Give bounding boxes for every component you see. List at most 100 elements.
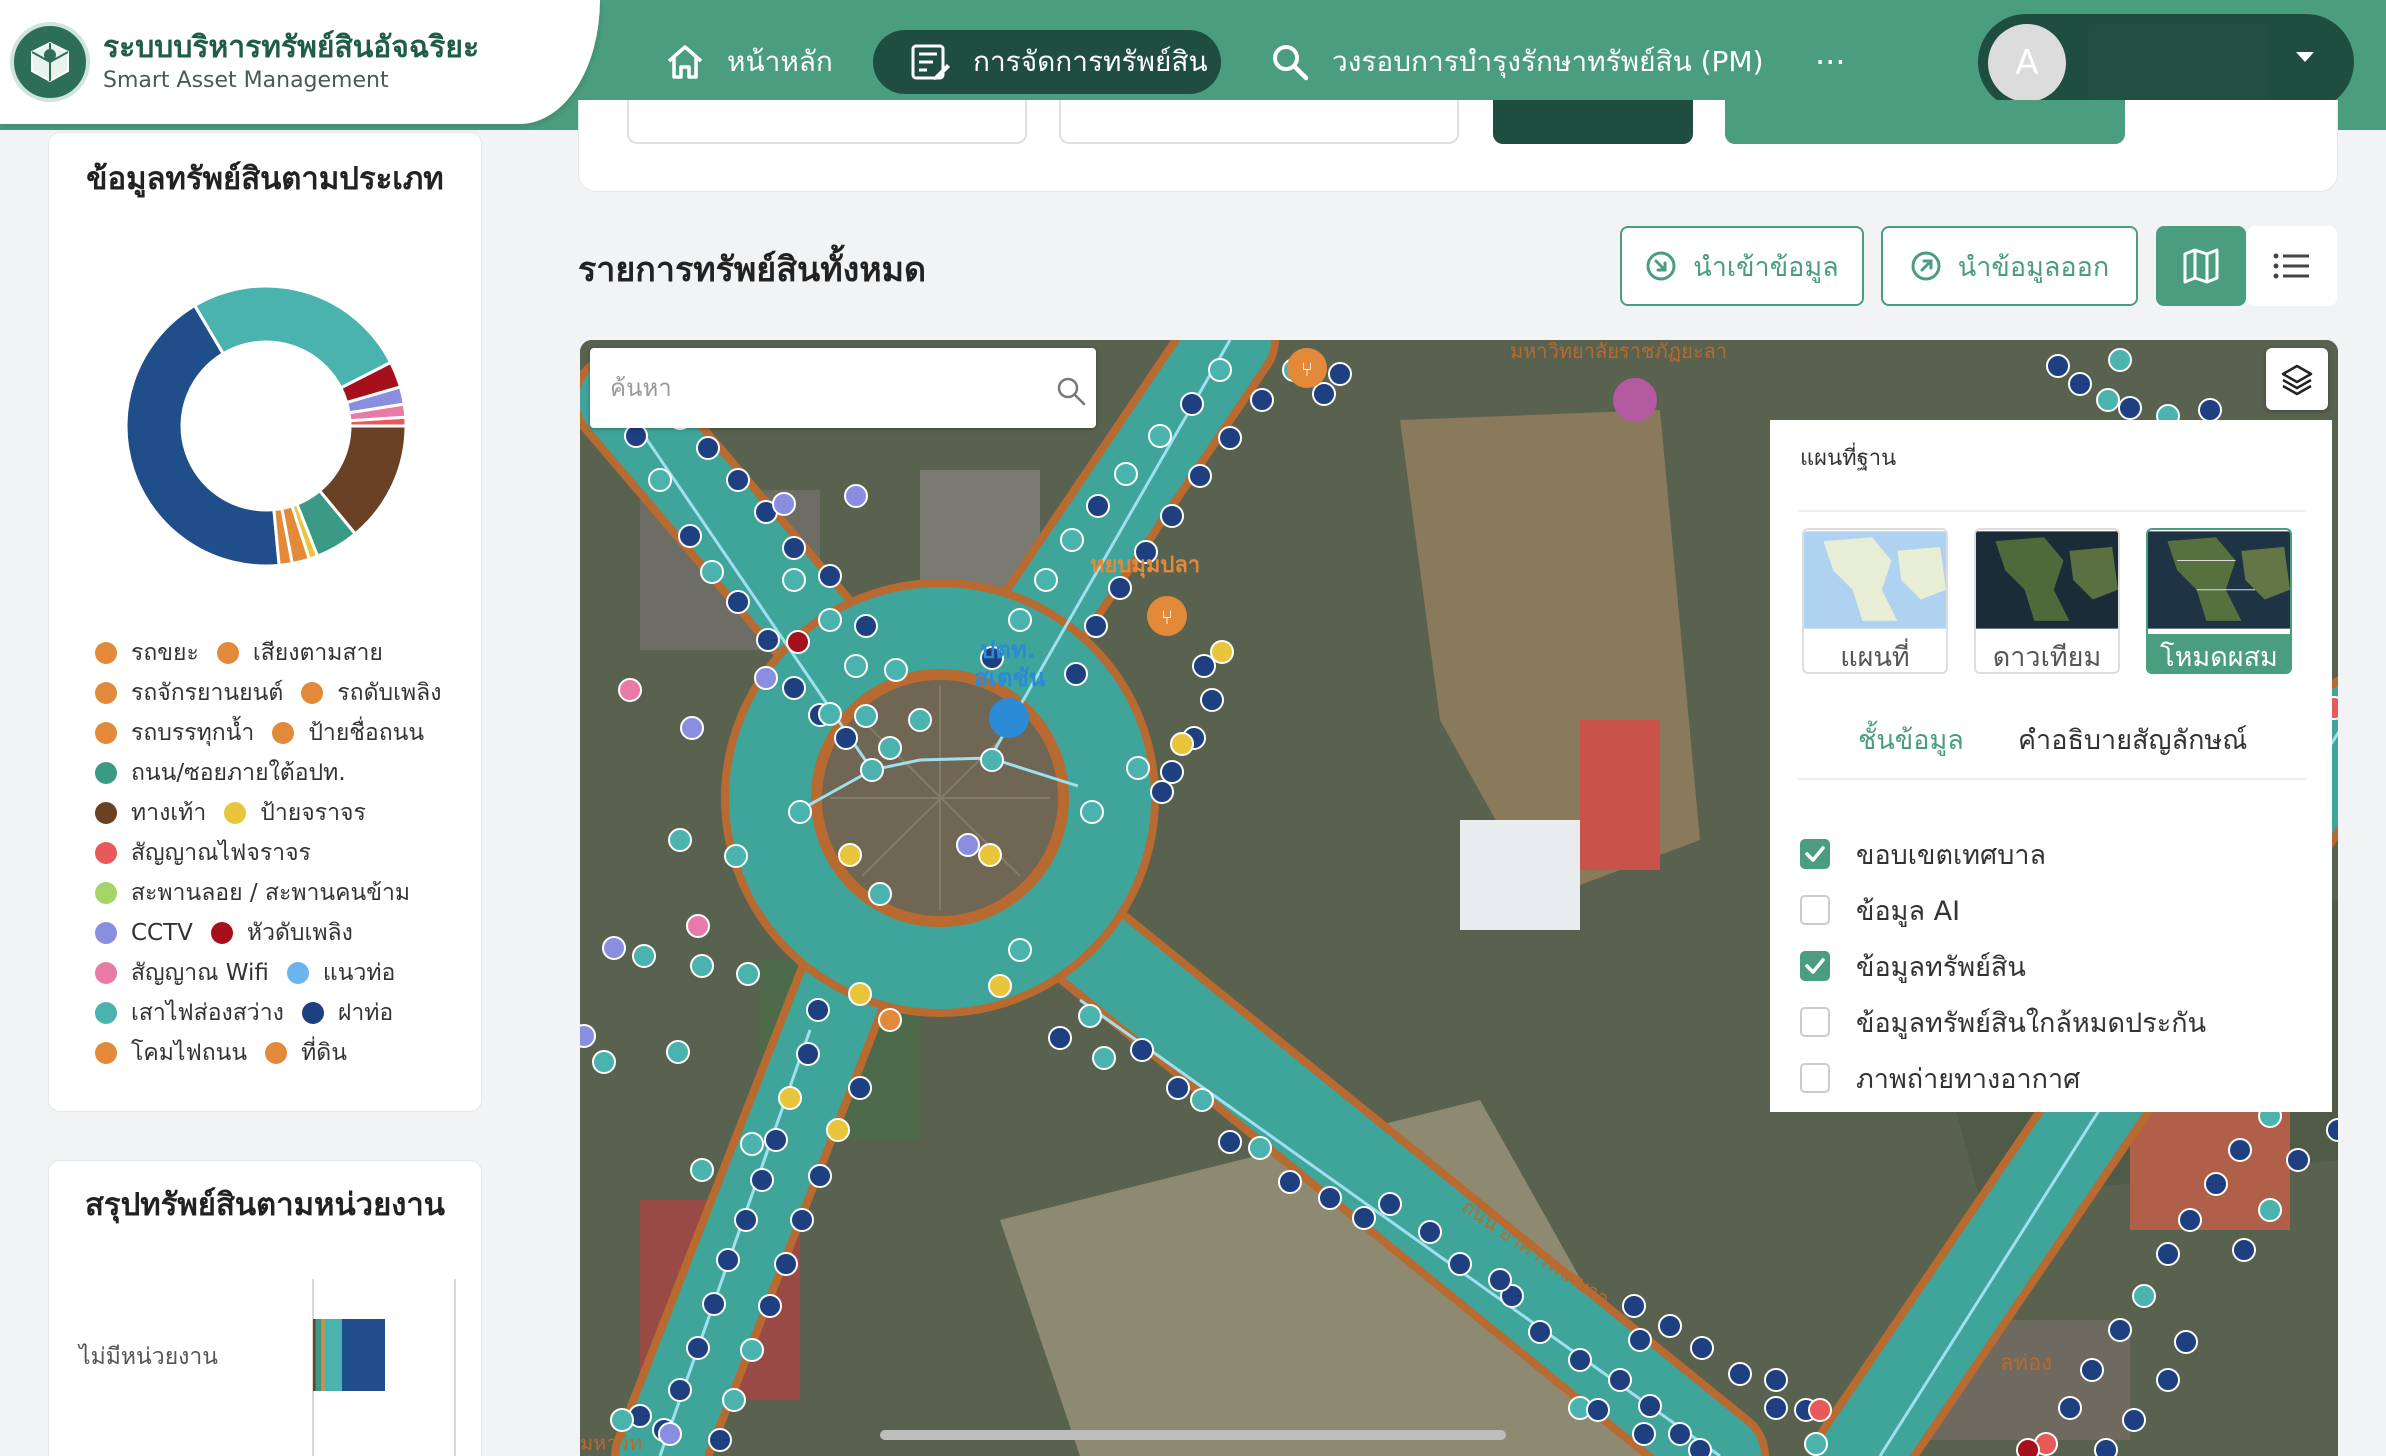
- nav-home[interactable]: หน้าหลัก: [665, 30, 833, 94]
- legend-item[interactable]: โคมไฟถนน: [95, 1035, 247, 1071]
- legend-item[interactable]: รถขยะ: [95, 635, 199, 671]
- legend-label: ฝาท่อ: [337, 1000, 394, 1026]
- dept-bar-segment[interactable]: [324, 1319, 342, 1391]
- horizontal-scrollbar[interactable]: [880, 1430, 1506, 1440]
- legend-item[interactable]: เสาไฟส่องสว่าง: [95, 995, 284, 1031]
- asset-dept-bar-chart: [312, 1279, 456, 1456]
- basemap-option-map[interactable]: แผนที่: [1802, 528, 1948, 674]
- filter-field-1[interactable]: [627, 100, 1027, 144]
- legend-label: รถบรรทุกน้ำ: [131, 720, 255, 746]
- tab-legend[interactable]: คำอธิบายสัญลักษณ์: [2018, 718, 2247, 761]
- legend-label: รถขยะ: [131, 640, 199, 666]
- legend-item[interactable]: ฝาท่อ: [301, 995, 394, 1031]
- legend-item[interactable]: ทางเท้า: [95, 795, 206, 831]
- dept-bar-segment[interactable]: [313, 1319, 316, 1391]
- basemap-option-hybrid[interactable]: โหมดผสม: [2146, 528, 2292, 674]
- legend-item[interactable]: สัญญาณ Wifi: [95, 955, 269, 991]
- map-search-input[interactable]: [610, 366, 1010, 410]
- legend-label: หัวดับเพลิง: [246, 920, 353, 946]
- legend-label: เสาไฟส่องสว่าง: [131, 1000, 284, 1026]
- nav-more-button[interactable]: ···: [1815, 30, 1846, 94]
- checkbox-unchecked[interactable]: [1800, 895, 1830, 925]
- dept-bar-segment[interactable]: [315, 1319, 322, 1391]
- nav-home-label: หน้าหลัก: [727, 45, 833, 78]
- basemap-thumb-map: [1804, 531, 1946, 629]
- legend-item[interactable]: รถบรรทุกน้ำ: [95, 715, 254, 751]
- legend-item[interactable]: รถจักรยานยนต์: [95, 675, 283, 711]
- legend-row: รถขยะ เสียงตามสาย: [95, 633, 485, 673]
- list-view-button[interactable]: [2247, 226, 2337, 306]
- legend-row: CCTV หัวดับเพลิง: [95, 913, 485, 953]
- checkbox-unchecked[interactable]: [1800, 1063, 1830, 1093]
- home-icon: [667, 45, 703, 79]
- search-icon[interactable]: [1056, 376, 1086, 406]
- legend-item[interactable]: ถนน/ซอยภายใต้อปท.: [95, 755, 346, 791]
- legend-item[interactable]: ป้ายจราจร: [224, 795, 366, 831]
- asset-map[interactable]: ⑂ ⑂ มหาวิทยาลัยราชภัฏยะลา หยบมุมปลา ปตท.…: [580, 340, 2338, 1456]
- asset-dept-title: สรุปทรัพย์สินตามหน่วยงาน: [85, 1187, 445, 1223]
- map-label-university: มหาวิทยาลัยราชภัฏยะลา: [1510, 340, 1727, 363]
- nav-assets-label: การจัดการทรัพย์สิน: [973, 45, 1208, 78]
- basemap-label-satellite: ดาวเทียม: [1992, 641, 2102, 673]
- map-label-road-b: ลท่อง: [2000, 1351, 2052, 1376]
- map-search[interactable]: [590, 348, 1096, 428]
- import-button[interactable]: นำเข้าข้อมูล: [1620, 226, 1864, 306]
- map-label-place1: หยบมุมปลา: [1090, 553, 1200, 579]
- legend-dot: [95, 882, 117, 904]
- legend-dot: [95, 722, 117, 744]
- dept-category-label: ไม่มีหน่วยงาน: [79, 1344, 219, 1370]
- legend-item[interactable]: สัญญาณไฟจราจร: [95, 835, 311, 871]
- nav-pm-label: วงรอบการบำรุงรักษาทรัพย์สิน (PM): [1332, 45, 1764, 78]
- layer-toggle[interactable]: ขอบเขตเทศบาล: [1800, 834, 2046, 874]
- checkbox-checked[interactable]: [1800, 951, 1830, 981]
- checkbox-unchecked[interactable]: [1800, 1007, 1830, 1037]
- export-button[interactable]: นำข้อมูลออก: [1881, 226, 2138, 306]
- reset-button[interactable]: [1725, 100, 2125, 144]
- search-button[interactable]: [1493, 100, 1693, 144]
- layer-toggle[interactable]: ข้อมูลทรัพย์สินใกล้หมดประกัน: [1800, 1002, 2206, 1042]
- legend-item[interactable]: หัวดับเพลิง: [210, 915, 353, 951]
- legend-dot: [224, 802, 247, 824]
- layer-toggle[interactable]: ภาพถ่ายทางอากาศ: [1800, 1058, 2080, 1098]
- layers-toggle-button[interactable]: [2266, 348, 2328, 410]
- map-view-button[interactable]: [2156, 226, 2246, 306]
- divider: [1798, 510, 2306, 512]
- legend-label: ถนน/ซอยภายใต้อปท.: [131, 760, 346, 786]
- layer-toggle[interactable]: ข้อมูลทรัพย์สิน: [1800, 946, 2026, 986]
- dept-bar-segment[interactable]: [341, 1319, 385, 1391]
- legend-item[interactable]: ป้ายชื่อถนน: [272, 715, 424, 751]
- user-name-redacted: [2088, 24, 2268, 100]
- brand-block[interactable]: ระบบบริหารทรัพย์สินอัจฉริยะ Smart Asset …: [0, 0, 600, 124]
- legend-item[interactable]: เสียงตามสาย: [216, 635, 383, 671]
- checkbox-checked[interactable]: [1800, 839, 1830, 869]
- legend-row: เสาไฟส่องสว่าง ฝาท่อ: [95, 993, 485, 1033]
- legend-item[interactable]: รถดับเพลิง: [301, 675, 441, 711]
- layer-label: ขอบเขตเทศบาล: [1856, 839, 2047, 871]
- legend-dot: [272, 722, 295, 744]
- legend-label: ป้ายจราจร: [260, 800, 366, 826]
- user-menu[interactable]: A: [1978, 14, 2354, 110]
- legend-dot: [301, 682, 324, 704]
- filter-field-2[interactable]: [1059, 100, 1459, 144]
- legend-row: โคมไฟถนน ที่ดิน: [95, 1033, 485, 1073]
- asset-type-title: ข้อมูลทรัพย์สินตามประเภท: [86, 161, 444, 197]
- donut-slice[interactable]: [124, 303, 281, 568]
- legend-item[interactable]: CCTV: [95, 920, 193, 946]
- legend-row: ทางเท้า ป้ายจราจร: [95, 793, 485, 833]
- basemap-option-satellite[interactable]: ดาวเทียม: [1974, 528, 2120, 674]
- basemap-title: แผนที่ฐาน: [1800, 446, 1897, 471]
- dept-bar-segment[interactable]: [321, 1319, 325, 1391]
- export-icon: [1911, 251, 1941, 281]
- legend-dot: [95, 1042, 117, 1064]
- nav-pm-cycle[interactable]: วงรอบการบำรุงรักษาทรัพย์สิน (PM): [1270, 30, 1764, 94]
- map-label-place2: ปตท.: [980, 636, 1036, 664]
- legend-item[interactable]: ที่ดิน: [265, 1035, 347, 1071]
- map-icon: [2183, 248, 2219, 284]
- tab-layers[interactable]: ชั้นข้อมูล: [1858, 718, 1964, 761]
- legend-item[interactable]: แนวท่อ: [286, 955, 395, 991]
- layer-toggle[interactable]: ข้อมูล AI: [1800, 890, 1960, 930]
- legend-item[interactable]: สะพานลอย / สะพานคนข้าม: [95, 875, 410, 911]
- donut-slice[interactable]: [192, 284, 393, 390]
- nav-asset-management[interactable]: การจัดการทรัพย์สิน: [873, 30, 1221, 94]
- legend-row: รถบรรทุกน้ำ ป้ายชื่อถนน: [95, 713, 485, 753]
